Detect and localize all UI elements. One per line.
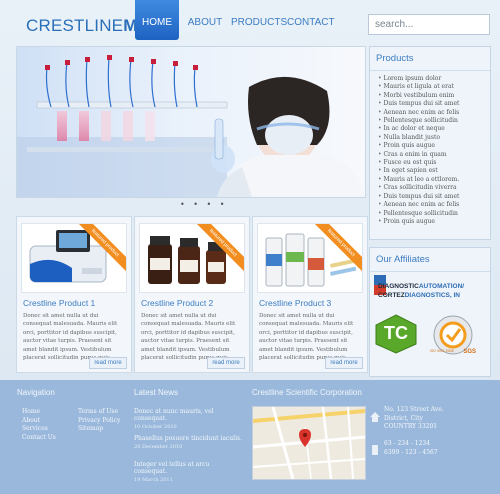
diag-line2b: DIAGNOSTICS, IN <box>404 292 460 299</box>
products-panel-title: Products <box>370 47 490 71</box>
slider-dots[interactable]: • • • • <box>180 200 228 209</box>
footer-link-privacy[interactable]: Privacy Policy <box>78 417 120 426</box>
street-map-illustration <box>253 407 365 479</box>
news-3-date: 19 March 2011 <box>134 477 173 483</box>
products-list-item[interactable]: Nulla blandit justo <box>378 134 484 142</box>
product-2-text: Donec sit amet nulla ut dui consequat ma… <box>141 313 236 362</box>
news-item-1[interactable]: Donec at nunc mauris, vel consequat. 10 … <box>134 408 244 430</box>
products-list-item[interactable]: Cras a enim in quam <box>378 151 484 159</box>
address-line-1: No. 123 Street Ave. <box>384 406 444 413</box>
footer-link-services[interactable]: Services <box>22 425 56 434</box>
footer-nav-col2: Terms of Use Privacy Policy Sitemap <box>78 408 120 434</box>
footer-corp-title: Crestline Scientific Corporation <box>252 388 362 397</box>
lab-scientist-illustration <box>17 47 365 197</box>
products-list-item[interactable]: Proin quis augue <box>378 142 484 150</box>
tc-logo[interactable]: TC <box>374 314 418 354</box>
news-2-title[interactable]: Phasellus posuere tincidunt iaculis. <box>134 435 244 442</box>
product-card-1[interactable]: featured product Crestline Product 1 Don… <box>16 216 132 373</box>
nav-about[interactable]: ABOUT <box>185 0 225 40</box>
products-list-item[interactable]: Duis tempus dui sit amet <box>378 100 484 108</box>
iso-label: ISO 9001:2008 <box>430 349 454 353</box>
address-icon <box>370 407 380 426</box>
logo-part-1: CRESTLINE <box>26 16 124 35</box>
products-list-item[interactable]: Duis tempus dui sit amet <box>378 193 484 201</box>
phone-icon <box>370 440 380 459</box>
products-list-item[interactable]: In eget sapien est <box>378 167 484 175</box>
address-line-3: COUNTRY 33201 <box>384 423 438 430</box>
footer-address: No. 123 Street Ave. District, City COUNT… <box>384 406 444 432</box>
location-map[interactable] <box>252 406 366 480</box>
affiliates-title: Our Affiliates <box>370 248 490 272</box>
test-strip-containers-illustration <box>265 233 357 287</box>
footer <box>0 380 500 494</box>
products-list-item[interactable]: Morbi vestibulum enim <box>378 92 484 100</box>
products-list-item[interactable]: Fusce eu est quis <box>378 159 484 167</box>
news-3-title[interactable]: Integer vel tellus at arcu consequat. <box>134 461 244 475</box>
footer-link-sitemap[interactable]: Sitemap <box>78 425 120 434</box>
products-list-item[interactable]: Aenean nec enim ac felis <box>378 109 484 117</box>
products-list-item[interactable]: Aenean nec enim ac felis <box>378 201 484 209</box>
product-3-read-more-button[interactable]: read more <box>325 357 363 369</box>
products-panel: Products Lorem ipsum dolorMauris et ligu… <box>369 46 491 240</box>
products-list: Lorem ipsum dolorMauris et ligula at era… <box>370 71 490 226</box>
product-3-title[interactable]: Crestline Product 3 <box>259 298 331 308</box>
address-line-2: District, City <box>384 414 423 422</box>
footer-nav-col1: Home About Services Contact Us <box>22 408 56 442</box>
footer-link-home[interactable]: Home <box>22 408 56 417</box>
product-1-read-more-button[interactable]: read more <box>89 357 127 369</box>
nav-products[interactable]: PRODUCTS <box>231 0 287 40</box>
diag-line2: CORTEZ <box>378 292 405 299</box>
analyzer-device-illustration <box>29 230 107 283</box>
products-list-item[interactable]: Pellentesque sollicitudin <box>378 210 484 218</box>
reagent-bottles-illustration <box>148 236 226 284</box>
products-list-item[interactable]: Proin quis augue <box>378 218 484 226</box>
news-1-date: 10 October 2010 <box>134 424 177 430</box>
phone-2: 6399 - 123 - 4567 <box>384 448 438 456</box>
products-list-item[interactable]: Mauris et ligula at erat <box>378 83 484 91</box>
footer-phones: 63 - 234 - 1234 6399 - 123 - 4567 <box>384 440 438 457</box>
product-3-text: Donec sit amet nulla ut dui consequat ma… <box>259 313 354 362</box>
search-input[interactable]: search... <box>368 14 490 35</box>
product-1-title[interactable]: Crestline Product 1 <box>23 298 95 308</box>
nav-contact[interactable]: CONTACT <box>287 0 335 40</box>
product-card-3[interactable]: featured product Crestline Product 3 Don… <box>252 216 368 373</box>
diagnostic-automation-logo[interactable]: DIAGNOSTICAUTOMATION/ CORTEZDIAGNOSTICS,… <box>374 271 486 301</box>
news-2-date: 28 December 2010 <box>134 444 183 450</box>
product-1-text: Donec sit amet nulla ut dui consequat ma… <box>23 313 118 362</box>
footer-nav-title: Navigation <box>17 388 55 397</box>
affiliates-panel: Our Affiliates DIAGNOSTICAUTOMATION/ COR… <box>369 247 491 377</box>
product-3-image: featured product <box>257 223 363 293</box>
product-1-image: featured product <box>21 223 127 293</box>
footer-link-terms[interactable]: Terms of Use <box>78 408 120 417</box>
nav-home[interactable]: HOME <box>135 0 179 40</box>
footer-news-title: Latest News <box>134 388 179 397</box>
sgs-iso-logo[interactable]: SGS ISO 9001:2008 <box>430 314 476 360</box>
footer-link-about[interactable]: About <box>22 417 56 426</box>
products-list-item[interactable]: Pellentesque sollicitudin <box>378 117 484 125</box>
products-list-item[interactable]: Mauris at leo a ettlorem. <box>378 176 484 184</box>
news-item-3[interactable]: Integer vel tellus at arcu consequat. 19… <box>134 461 244 483</box>
products-list-item[interactable]: In ac dolor et neque <box>378 125 484 133</box>
news-1-title[interactable]: Donec at nunc mauris, vel consequat. <box>134 408 244 422</box>
product-2-image: featured product <box>139 223 245 293</box>
hero-slideshow-image <box>16 46 366 198</box>
diag-line1: DIAGNOSTIC <box>378 283 419 290</box>
phone-1: 63 - 234 - 1234 <box>384 440 431 447</box>
products-list-item[interactable]: Cras sollicitudin viverra <box>378 184 484 192</box>
footer-link-contact[interactable]: Contact Us <box>22 434 56 443</box>
news-item-2[interactable]: Phasellus posuere tincidunt iaculis. 28 … <box>134 435 244 450</box>
product-card-2[interactable]: featured product Crestline Product 2 Don… <box>134 216 250 373</box>
diag-line1b: AUTOMATION/ <box>418 283 465 290</box>
products-list-item[interactable]: Lorem ipsum dolor <box>378 75 484 83</box>
product-2-read-more-button[interactable]: read more <box>207 357 245 369</box>
tc-label: TC <box>384 323 408 343</box>
product-2-title[interactable]: Crestline Product 2 <box>141 298 213 308</box>
